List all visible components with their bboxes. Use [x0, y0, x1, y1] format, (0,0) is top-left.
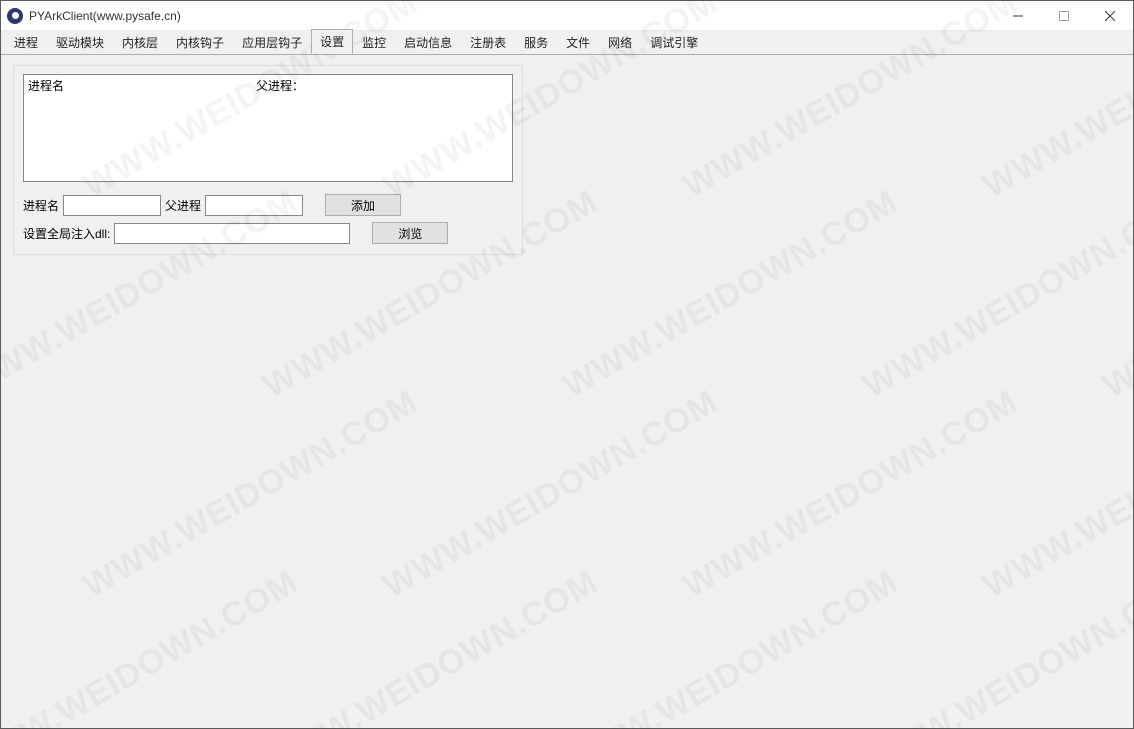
app-window: PYArkClient(www.pysafe.cn) 进程驱动模块内核层内核钩子… — [0, 0, 1134, 729]
input-parent-process[interactable] — [205, 195, 303, 216]
window-title: PYArkClient(www.pysafe.cn) — [29, 9, 181, 23]
watermark: WWW.WEIDOWN.COM — [677, 383, 1025, 607]
watermark: WWW.WEIDOWN.COM — [1097, 183, 1134, 407]
process-listbox[interactable]: 进程名 父进程： — [23, 74, 513, 182]
tab-3[interactable]: 内核钩子 — [167, 30, 233, 54]
tab-5[interactable]: 设置 — [311, 29, 353, 54]
content-area: 进程名 父进程： 进程名 父进程 添加 设置全局注入dll: 浏览 — [1, 55, 1133, 728]
watermark: WWW.WEIDOWN.COM — [77, 383, 425, 607]
tab-strip: 进程驱动模块内核层内核钩子应用层钩子设置监控启动信息注册表服务文件网络调试引擎 — [1, 31, 1133, 55]
label-parent-process: 父进程 — [165, 197, 201, 214]
browse-button[interactable]: 浏览 — [372, 222, 448, 244]
tab-12[interactable]: 调试引擎 — [641, 30, 707, 54]
input-global-dll[interactable] — [114, 223, 350, 244]
list-header: 进程名 父进程： — [28, 77, 508, 94]
tab-7[interactable]: 启动信息 — [395, 30, 461, 54]
add-button[interactable]: 添加 — [325, 194, 401, 216]
row-process: 进程名 父进程 添加 — [23, 194, 513, 216]
maximize-button[interactable] — [1041, 1, 1087, 30]
watermark: WWW.WEIDOWN.COM — [1097, 563, 1134, 729]
tab-4[interactable]: 应用层钩子 — [233, 30, 311, 54]
watermark: WWW.WEIDOWN.COM — [257, 563, 605, 729]
window-controls — [995, 1, 1133, 30]
label-process-name: 进程名 — [23, 197, 59, 214]
app-icon — [7, 8, 23, 24]
tab-11[interactable]: 网络 — [599, 30, 641, 54]
tab-6[interactable]: 监控 — [353, 30, 395, 54]
watermark: WWW.WEIDOWN.COM — [377, 383, 725, 607]
tab-10[interactable]: 文件 — [557, 30, 599, 54]
input-process-name[interactable] — [63, 195, 161, 216]
settings-panel: 进程名 父进程： 进程名 父进程 添加 设置全局注入dll: 浏览 — [13, 65, 523, 255]
title-bar: PYArkClient(www.pysafe.cn) — [1, 1, 1133, 31]
watermark: WWW.WEIDOWN.COM — [0, 563, 305, 729]
tab-2[interactable]: 内核层 — [113, 30, 167, 54]
tab-9[interactable]: 服务 — [515, 30, 557, 54]
watermark: WWW.WEIDOWN.COM — [557, 563, 905, 729]
watermark: WWW.WEIDOWN.COM — [857, 563, 1134, 729]
tab-1[interactable]: 驱动模块 — [47, 30, 113, 54]
row-dll: 设置全局注入dll: 浏览 — [23, 222, 513, 244]
watermark: WWW.WEIDOWN.COM — [857, 183, 1134, 407]
watermark: WWW.WEIDOWN.COM — [557, 183, 905, 407]
label-global-dll: 设置全局注入dll: — [23, 225, 110, 242]
tab-8[interactable]: 注册表 — [461, 30, 515, 54]
watermark: WWW.WEIDOWN.COM — [977, 383, 1134, 607]
tab-0[interactable]: 进程 — [5, 30, 47, 54]
close-button[interactable] — [1087, 1, 1133, 30]
list-col-process-name: 进程名 — [28, 77, 256, 94]
list-col-parent-process: 父进程： — [256, 77, 304, 94]
minimize-button[interactable] — [995, 1, 1041, 30]
